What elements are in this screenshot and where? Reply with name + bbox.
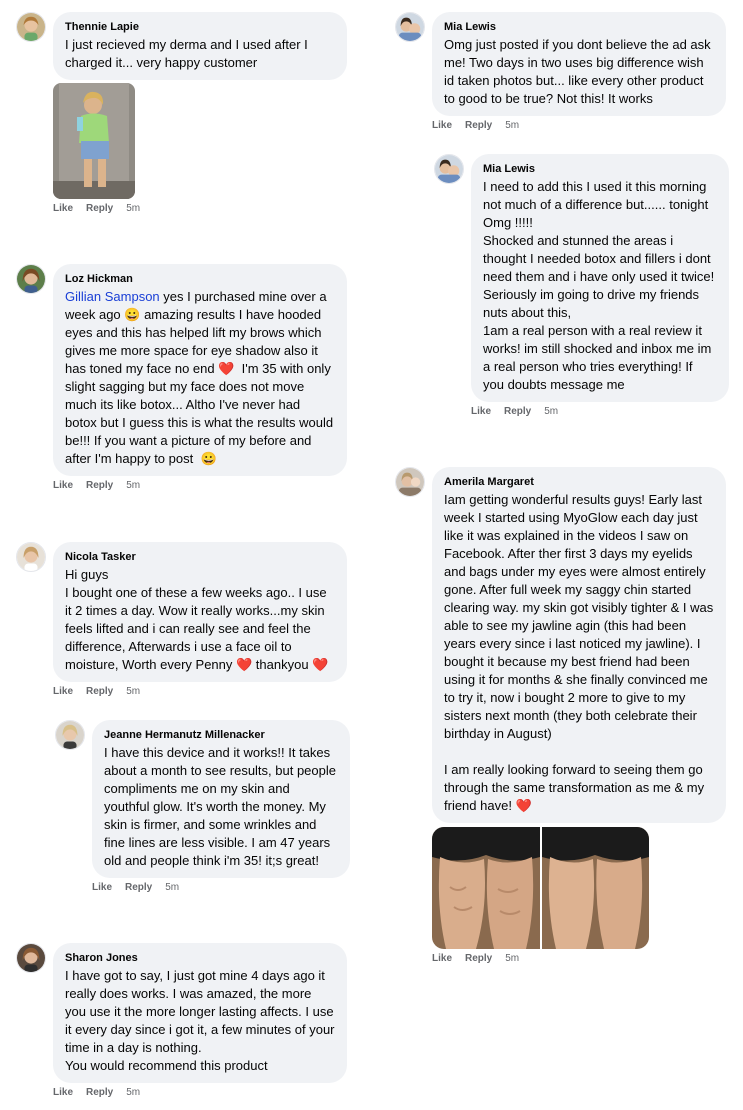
comment-text: Hi guys I bought one of these a few week… (65, 566, 335, 674)
like-button[interactable]: Like (92, 882, 112, 893)
comment-author[interactable]: Sharon Jones (65, 951, 335, 965)
reply-button[interactable]: Reply (465, 120, 492, 131)
comment-author[interactable]: Nicola Tasker (65, 550, 335, 564)
timestamp[interactable]: 5m (505, 120, 519, 131)
comment-actions: Like Reply 5m (53, 686, 140, 697)
reply-button[interactable]: Reply (465, 953, 492, 964)
timestamp[interactable]: 5m (165, 882, 179, 893)
heart-emoji: ❤️ (218, 361, 235, 376)
comment-bubble: Sharon Jones I have got to say, I just g… (53, 943, 347, 1083)
comment-bubble: Nicola Tasker Hi guys I bought one of th… (53, 542, 347, 682)
comment-text: I have got to say, I just got mine 4 day… (65, 968, 335, 1073)
timestamp[interactable]: 5m (505, 953, 519, 964)
timestamp[interactable]: 5m (544, 406, 558, 417)
comment-bubble: Thennie Lapie I just recieved my derma a… (53, 12, 347, 80)
mention-link[interactable]: Gillian Sampson (65, 289, 160, 304)
comment-text: Gillian Sampson yes I purchased mine ove… (65, 288, 335, 468)
heart-emoji: ❤️ (515, 798, 532, 813)
comment-text-part: thankyou (252, 657, 313, 672)
grin-emoji: 😀 (200, 451, 217, 466)
comment-text: Iam getting wonderful results guys! Earl… (444, 491, 714, 815)
like-button[interactable]: Like (53, 686, 73, 697)
reply-button[interactable]: Reply (125, 882, 152, 893)
grin-emoji: 😀 (124, 307, 141, 322)
comment-author[interactable]: Loz Hickman (65, 272, 335, 286)
like-button[interactable]: Like (53, 1087, 73, 1098)
comment-text: I just recieved my derma and I used afte… (65, 37, 312, 70)
comment-bubble: Mia Lewis Omg just posted if you dont be… (432, 12, 726, 116)
avatar[interactable] (16, 264, 46, 294)
like-button[interactable]: Like (53, 480, 73, 491)
timestamp[interactable]: 5m (126, 1087, 140, 1098)
comment-text: I need to add this I used it this mornin… (483, 179, 715, 392)
avatar[interactable] (395, 467, 425, 497)
comment-bubble: Amerila Margaret Iam getting wonderful r… (432, 467, 726, 823)
timestamp[interactable]: 5m (126, 480, 140, 491)
like-button[interactable]: Like (432, 953, 452, 964)
timestamp[interactable]: 5m (126, 203, 140, 214)
like-button[interactable]: Like (53, 203, 73, 214)
comment-actions: Like Reply 5m (92, 882, 179, 893)
reply-button[interactable]: Reply (504, 406, 531, 417)
reply-button[interactable]: Reply (86, 203, 113, 214)
avatar[interactable] (55, 720, 85, 750)
attached-photo[interactable] (53, 83, 135, 199)
avatar[interactable] (395, 12, 425, 42)
comment-actions: Like Reply 5m (53, 1087, 140, 1098)
comment-text-part: Iam getting wonderful results guys! Earl… (444, 492, 714, 813)
attached-photo[interactable] (432, 827, 649, 949)
reply-button[interactable]: Reply (86, 480, 113, 491)
avatar[interactable] (16, 943, 46, 973)
comment-actions: Like Reply 5m (432, 953, 519, 964)
comment-author[interactable]: Mia Lewis (483, 162, 717, 176)
avatar[interactable] (16, 12, 46, 42)
like-button[interactable]: Like (471, 406, 491, 417)
avatar[interactable] (434, 154, 464, 184)
like-button[interactable]: Like (432, 120, 452, 131)
comment-bubble: Loz Hickman Gillian Sampson yes I purcha… (53, 264, 347, 476)
comment-actions: Like Reply 5m (53, 203, 140, 214)
comment-bubble: Jeanne Hermanutz Millenacker I have this… (92, 720, 350, 878)
reply-button[interactable]: Reply (86, 686, 113, 697)
heart-emoji: ❤️ (312, 657, 329, 672)
comment-text: I have this device and it works!! It tak… (104, 745, 340, 868)
comment-text: Omg just posted if you dont believe the … (444, 37, 715, 106)
comment-actions: Like Reply 5m (471, 406, 558, 417)
heart-emoji: ❤️ (236, 657, 253, 672)
reply-button[interactable]: Reply (86, 1087, 113, 1098)
comment-actions: Like Reply 5m (53, 480, 140, 491)
avatar[interactable] (16, 542, 46, 572)
timestamp[interactable]: 5m (126, 686, 140, 697)
comment-actions: Like Reply 5m (432, 120, 519, 131)
comment-author[interactable]: Mia Lewis (444, 20, 714, 34)
comment-author[interactable]: Thennie Lapie (65, 20, 335, 34)
comment-bubble: Mia Lewis I need to add this I used it t… (471, 154, 729, 402)
comment-author[interactable]: Amerila Margaret (444, 475, 714, 489)
comment-author[interactable]: Jeanne Hermanutz Millenacker (104, 728, 338, 742)
